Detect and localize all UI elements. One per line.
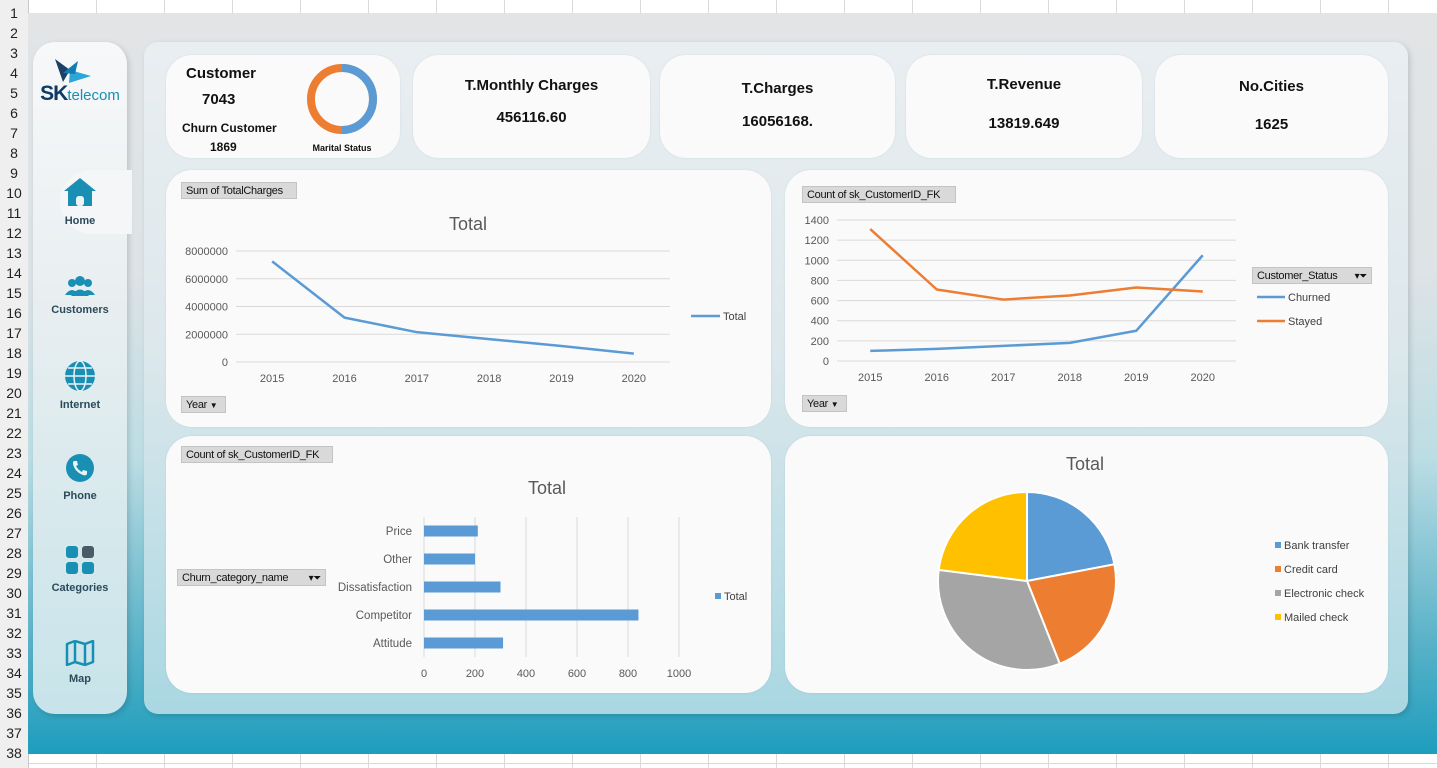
x-tick-label: 2018 (1058, 372, 1082, 384)
y-tick-label: 1400 (805, 215, 829, 227)
x-tick-label: 2016 (332, 373, 356, 385)
category-label: Competitor (356, 610, 412, 622)
series-line-churned (870, 254, 1204, 353)
legend-label: Stayed (1288, 316, 1322, 328)
x-tick-label: 2015 (260, 373, 284, 385)
x-tick-label: 2018 (477, 373, 501, 385)
legend-marker (1275, 566, 1281, 572)
category-label: Dissatisfaction (338, 582, 412, 594)
x-tick-label: 1000 (667, 668, 691, 680)
category-label: Attitude (373, 638, 412, 650)
x-tick-label: 2017 (991, 372, 1015, 384)
y-tick-label: 2000000 (185, 329, 228, 341)
charts-layer: Total 0 2000000 4000000 6000000 8000000 2015 20… (185, 214, 1365, 680)
x-tick-label: 0 (421, 668, 427, 680)
bar-competitor (424, 609, 639, 621)
legend-marker (1275, 614, 1281, 620)
legend-marker (1275, 542, 1281, 548)
bar-dissatisfaction (424, 581, 501, 593)
series-line-total (271, 260, 634, 355)
legend-label: Total (724, 591, 747, 603)
legend-marker (715, 593, 721, 599)
y-tick-label: 1200 (805, 235, 829, 247)
legend-label: Credit card (1284, 564, 1338, 576)
x-tick-label: 600 (568, 668, 586, 680)
y-tick-label: 200 (811, 336, 829, 348)
legend-label: Bank transfer (1284, 540, 1350, 552)
y-tick-label: 4000000 (185, 302, 228, 314)
bar-price (424, 525, 478, 537)
chart-title: Total (1066, 454, 1104, 474)
x-tick-label: 200 (466, 668, 484, 680)
series-line-stayed (869, 228, 1203, 301)
x-tick-label: 800 (619, 668, 637, 680)
chart-title: Total (528, 478, 566, 498)
x-tick-label: 2019 (549, 373, 573, 385)
chart-title: Total (449, 214, 487, 234)
y-tick-label: 800 (811, 275, 829, 287)
bar-attitude (424, 637, 504, 649)
y-tick-label: 600 (811, 296, 829, 308)
y-tick-label: 0 (823, 356, 829, 368)
y-tick-label: 400 (811, 316, 829, 328)
y-tick-label: 0 (222, 357, 228, 369)
legend-label: Total (723, 311, 746, 323)
y-tick-label: 6000000 (185, 274, 228, 286)
category-label: Other (383, 554, 412, 566)
legend-label: Mailed check (1284, 612, 1349, 624)
x-tick-label: 2020 (1191, 372, 1215, 384)
legend-label: Electronic check (1284, 588, 1365, 600)
x-tick-label: 400 (517, 668, 535, 680)
pie-slice-mailed-check (937, 490, 1028, 583)
bar-other (424, 553, 475, 565)
category-label: Price (386, 526, 412, 538)
y-tick-label: 8000000 (185, 246, 228, 258)
legend-marker (1275, 590, 1281, 596)
x-tick-label: 2015 (858, 372, 882, 384)
x-tick-label: 2017 (405, 373, 429, 385)
x-tick-label: 2019 (1124, 372, 1148, 384)
y-tick-label: 1000 (805, 255, 829, 267)
x-tick-label: 2016 (925, 372, 949, 384)
x-tick-label: 2020 (622, 373, 646, 385)
legend-label: Churned (1288, 292, 1330, 304)
